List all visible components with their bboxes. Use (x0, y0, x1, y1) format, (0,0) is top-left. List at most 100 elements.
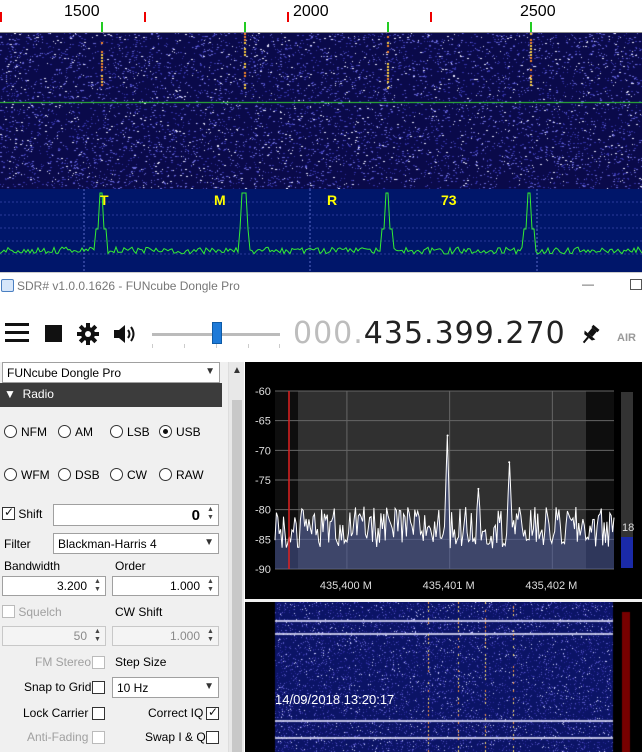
source-select[interactable]: FUNcube Dongle Pro ▼ (2, 362, 220, 383)
fm-stereo-label: FM Stereo (35, 655, 92, 669)
spectrum-peak (446, 434, 449, 437)
y-tick-label: -85 (255, 534, 271, 546)
bandwidth-label: Bandwidth (4, 559, 61, 573)
speaker-icon[interactable] (112, 322, 138, 346)
mode-radio-usb[interactable]: USB (159, 425, 201, 439)
radio-circle[interactable] (110, 468, 123, 481)
shift-label: Shift (18, 507, 43, 521)
radio-circle[interactable] (110, 425, 123, 438)
y-tick-label: -75 (255, 475, 271, 487)
audio-spectrum[interactable] (0, 189, 642, 272)
ruler-label-2000: 2000 (293, 3, 329, 20)
shift-input[interactable]: 0 ▲ ▼ (53, 504, 219, 526)
shift-value: 0 (191, 507, 200, 524)
squelch-spinner[interactable]: ▲ ▼ (91, 628, 104, 644)
order-value: 1.000 (169, 579, 200, 593)
step-size-value: 10 Hz (117, 681, 149, 695)
frequency-digits[interactable]: 435.399.270 (364, 316, 566, 351)
squelch-input[interactable]: 50 ▲ ▼ (2, 626, 106, 646)
y-tick-label: -90 (255, 564, 271, 576)
mode-radio-wfm[interactable]: WFM (4, 468, 50, 482)
window-titlebar[interactable]: SDR# v1.0.0.1626 - FUNcube Dongle Pro — (0, 272, 642, 298)
snap-to-grid-checkbox[interactable] (92, 681, 105, 694)
radio-circle[interactable] (4, 468, 17, 481)
menu-icon[interactable] (5, 323, 29, 343)
pin-icon[interactable] (579, 324, 601, 346)
y-tick-label: -80 (255, 505, 271, 517)
ruler-marker (144, 12, 146, 22)
spectrum-peak (508, 461, 511, 464)
y-tick-label: -70 (255, 445, 271, 457)
bandwidth-input[interactable]: 3.200 ▲ ▼ (2, 576, 106, 596)
correct-iq-checkbox[interactable] (206, 705, 219, 720)
minimize-button[interactable]: — (582, 277, 594, 291)
cw-shift-spinner[interactable]: ▲ ▼ (204, 628, 217, 644)
audio-frequency-ruler: 1500 2000 2500 (0, 0, 642, 33)
decoded-char: M (214, 192, 226, 208)
mode-radio-cw[interactable]: CW (110, 468, 147, 482)
decoded-char: 73 (441, 192, 457, 208)
vendor-logo: AIR (617, 332, 636, 344)
radio-circle[interactable] (159, 468, 172, 481)
frequency-display[interactable]: 000.435.399.270 (293, 316, 566, 351)
decoded-char: T (100, 192, 109, 208)
radio-section-header[interactable]: ▼ Radio (0, 383, 222, 407)
y-tick-label: -65 (255, 416, 271, 428)
panel-scrollbar[interactable]: ▲ (228, 362, 244, 752)
mode-radio-raw[interactable]: RAW (159, 468, 204, 482)
radio-circle[interactable] (4, 425, 17, 438)
maximize-button[interactable] (630, 279, 642, 290)
frequency-leading-digits[interactable]: 000. (293, 316, 364, 351)
squelch-checkbox-row[interactable]: Squelch (2, 605, 62, 619)
y-tick-label: -60 (255, 386, 271, 398)
rf-spectrum-analyzer[interactable]: -60 -65 -70 -75 -80 -85 -90 435,400 M 435,401 M 4… (245, 362, 642, 600)
filter-label: Filter (4, 537, 31, 551)
squelch-label: Squelch (18, 605, 62, 619)
chevron-down-icon: ▼ (205, 366, 215, 377)
fm-stereo-checkbox[interactable] (92, 656, 105, 669)
swap-iq-checkbox[interactable] (206, 731, 219, 744)
cw-shift-input[interactable]: 1.000 ▲ ▼ (112, 626, 219, 646)
lock-carrier-checkbox[interactable] (92, 707, 105, 720)
swap-iq-label: Swap I & Q (145, 730, 206, 744)
shift-spinner[interactable]: ▲ ▼ (204, 506, 217, 522)
filter-select[interactable]: Blackman-Harris 4 ▼ (53, 533, 219, 554)
radio-circle[interactable] (159, 425, 172, 438)
step-size-select[interactable]: 10 Hz ▼ (112, 677, 219, 698)
mode-radio-lsb[interactable]: LSB (110, 425, 150, 439)
order-spinner[interactable]: ▲ ▼ (204, 578, 217, 594)
ruler-label-1500: 1500 (64, 3, 100, 20)
correct-iq-label: Correct IQ (148, 706, 204, 720)
order-input[interactable]: 1.000 ▲ ▼ (112, 576, 219, 596)
mode-radio-dsb[interactable]: DSB (58, 468, 100, 482)
step-size-label: Step Size (115, 655, 167, 669)
radio-circle[interactable] (58, 425, 71, 438)
ruler-label-2500: 2500 (520, 3, 556, 20)
ruler-marker (430, 12, 432, 22)
gear-icon[interactable] (76, 322, 100, 346)
stop-icon[interactable] (45, 325, 62, 342)
mode-radio-am[interactable]: AM (58, 425, 93, 439)
decoded-char: R (327, 192, 338, 208)
shift-checkbox[interactable] (2, 505, 15, 520)
ruler-marker (0, 12, 2, 22)
shift-checkbox-row[interactable]: Shift (2, 505, 43, 521)
audio-waterfall[interactable] (0, 33, 642, 189)
rf-waterfall[interactable] (245, 602, 642, 752)
signal-level-readout: 18 (622, 522, 635, 534)
mode-radio-nfm[interactable]: NFM (4, 425, 47, 439)
anti-fading-checkbox[interactable] (92, 731, 105, 744)
volume-slider-thumb[interactable] (212, 322, 222, 344)
ruler-marker (287, 12, 289, 22)
main-toolbar: 000.435.399.270 AIR (0, 298, 642, 362)
radio-section-title: Radio (22, 387, 54, 401)
scroll-thumb[interactable] (232, 400, 242, 752)
tone-marker (530, 22, 532, 32)
squelch-checkbox[interactable] (2, 605, 15, 618)
x-tick-label: 435,401 M (423, 580, 475, 592)
scroll-up-icon[interactable]: ▲ (232, 365, 242, 376)
squelch-value: 50 (73, 629, 87, 643)
app-icon (1, 279, 14, 292)
bandwidth-spinner[interactable]: ▲ ▼ (91, 578, 104, 594)
radio-circle[interactable] (58, 468, 71, 481)
